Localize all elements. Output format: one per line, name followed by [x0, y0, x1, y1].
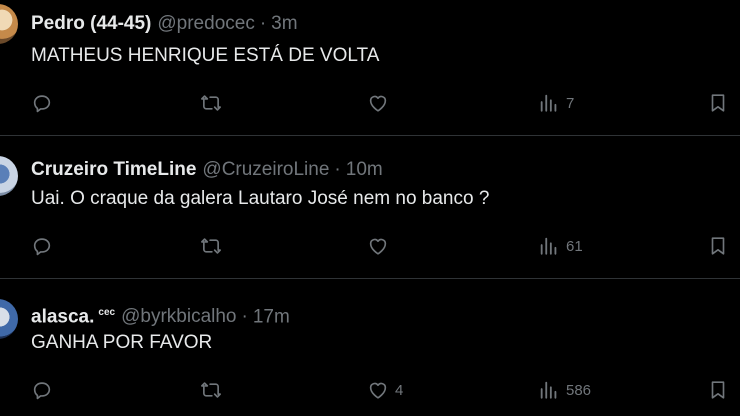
reply-icon: [33, 238, 51, 256]
repost-icon: [201, 95, 221, 111]
author-name[interactable]: alasca.: [31, 306, 94, 327]
repost-icon: [201, 382, 221, 398]
like-button[interactable]: [367, 234, 395, 258]
views-icon: [540, 237, 557, 255]
view-count: 61: [566, 237, 583, 255]
author-handle[interactable]: @CruzeiroLine: [202, 159, 329, 180]
repost-button[interactable]: [200, 378, 222, 402]
tweet-actions: 7: [0, 91, 740, 115]
tweet-header: Cruzeiro TimeLine @CruzeiroLine · 10m: [31, 157, 383, 183]
views-icon: [540, 381, 557, 399]
separator-dot: ·: [241, 306, 248, 328]
avatar[interactable]: [0, 4, 18, 44]
tweet[interactable]: Pedro (44-45) @predocec · 3m MATHEUS HENRIQ…: [0, 0, 740, 135]
author-name[interactable]: Pedro (44-45): [31, 13, 151, 34]
tweet-text: MATHEUS HENRIQUE ESTÁ DE VOLTA: [31, 45, 380, 66]
views-button[interactable]: 586: [538, 378, 591, 402]
tweet-timestamp[interactable]: 3m: [271, 13, 297, 34]
like-button[interactable]: [367, 91, 395, 115]
view-count: 7: [566, 94, 575, 112]
bookmark-icon: [711, 381, 725, 399]
repost-button[interactable]: [200, 234, 222, 258]
author-badge: cec: [98, 307, 116, 318]
heart-icon: [369, 238, 387, 255]
tweet-timestamp[interactable]: 10m: [346, 159, 383, 180]
bookmark-button[interactable]: [707, 234, 729, 258]
reply-icon: [33, 382, 51, 400]
bookmark-button[interactable]: [707, 91, 729, 115]
tweet[interactable]: alasca. cec @byrkbicalho · 17m GANHA POR FAV…: [0, 279, 740, 416]
reply-icon: [33, 95, 51, 113]
author-name[interactable]: Cruzeiro TimeLine: [31, 159, 196, 180]
repost-icon: [201, 238, 221, 254]
views-icon: [540, 94, 557, 112]
tweet-timestamp[interactable]: 17m: [253, 306, 290, 327]
tweet-header: Pedro (44-45) @predocec · 3m: [31, 11, 298, 37]
heart-icon: [369, 382, 387, 399]
tweet-text: GANHA POR FAVOR: [31, 332, 213, 353]
tweet-text: Uai. O craque da galera Lautaro José nem…: [31, 188, 490, 209]
timeline-feed: Pedro (44-45) @predocec · 3m MATHEUS HENRIQ…: [0, 0, 740, 416]
heart-icon: [369, 95, 387, 112]
reply-button[interactable]: [31, 234, 53, 258]
author-handle[interactable]: @byrkbicalho: [121, 306, 236, 327]
tweet[interactable]: Cruzeiro TimeLine @CruzeiroLine · 10m Uai. …: [0, 136, 740, 278]
tweet-header: alasca. cec @byrkbicalho · 17m: [31, 300, 290, 328]
bookmark-icon: [711, 237, 725, 255]
reply-button[interactable]: [31, 378, 53, 402]
like-button[interactable]: 4: [367, 378, 403, 402]
avatar[interactable]: [0, 299, 18, 339]
like-count: 4: [395, 381, 404, 399]
tweet-actions: 4 586: [0, 378, 740, 402]
reply-button[interactable]: [31, 91, 53, 115]
avatar[interactable]: [0, 156, 18, 196]
view-count: 586: [566, 381, 592, 399]
bookmark-icon: [711, 94, 725, 112]
separator-dot: ·: [334, 159, 341, 180]
author-handle[interactable]: @predocec: [157, 13, 254, 34]
repost-button[interactable]: [200, 91, 222, 115]
tweet-actions: 61: [0, 234, 740, 258]
views-button[interactable]: 61: [538, 234, 583, 258]
separator-dot: ·: [259, 13, 267, 34]
bookmark-button[interactable]: [707, 378, 729, 402]
views-button[interactable]: 7: [538, 91, 574, 115]
